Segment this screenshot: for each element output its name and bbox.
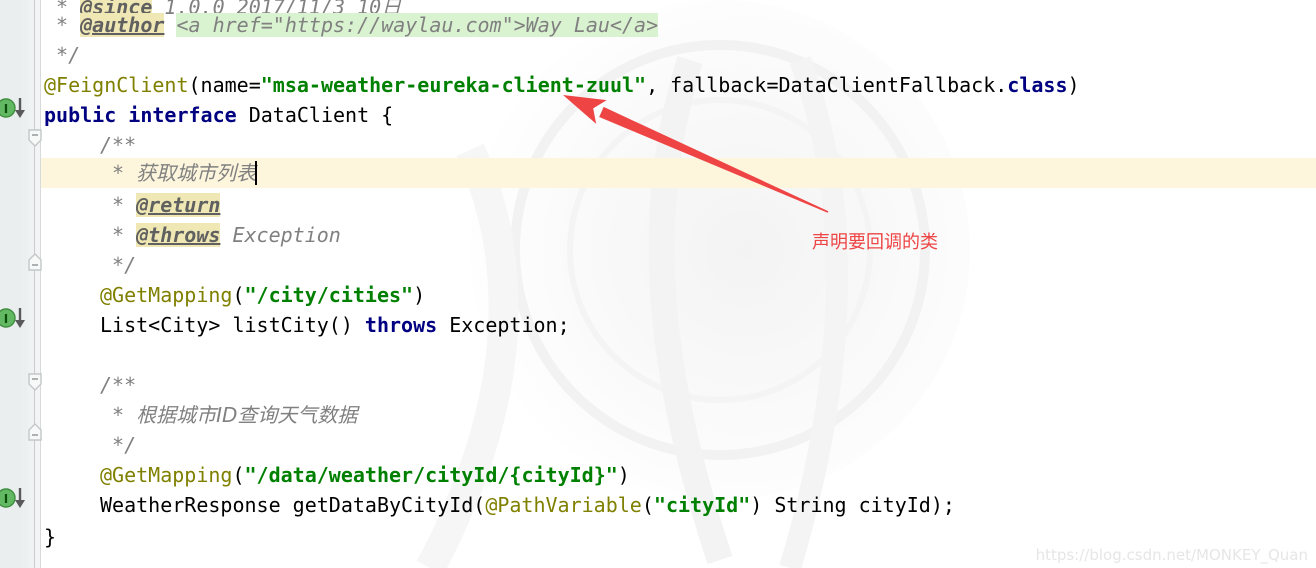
code-token-comment: * xyxy=(100,403,137,427)
code-token-comment-cjk: 获取城市列表 xyxy=(136,161,257,185)
code-line[interactable]: /** xyxy=(100,370,136,400)
code-line[interactable]: * @throws Exception xyxy=(100,220,341,250)
code-token-annotation: @GetMapping xyxy=(100,283,233,307)
code-token-plain: ) String cityId); xyxy=(750,493,955,517)
code-token-comment: Exception xyxy=(220,223,341,247)
implemented-method-marker[interactable]: I xyxy=(0,486,30,510)
code-token-keyword: throws xyxy=(364,313,438,337)
code-text-area[interactable]: * @since 1.0.0 2017/11/3 10日 * @author <… xyxy=(41,0,1316,568)
code-token-jdoc-html: <a href="https://waylau.com">Way Lau</a> xyxy=(176,13,659,37)
gutter-markers[interactable]: I I I xyxy=(0,0,44,568)
code-token-comment: * xyxy=(44,13,81,37)
code-token-keyword: public xyxy=(44,103,117,127)
text-caret xyxy=(255,161,258,185)
fold-region-collapse[interactable] xyxy=(26,128,44,148)
code-line[interactable]: WeatherResponse getDataByCityId(@PathVar… xyxy=(100,490,955,520)
code-line[interactable]: @GetMapping("/data/weather/cityId/{cityI… xyxy=(100,460,630,490)
code-token-plain: (name= xyxy=(188,73,261,97)
code-token-string: "/city/cities" xyxy=(244,283,414,307)
fold-minus-up-icon xyxy=(28,423,42,441)
code-token-jdoc-tag: @return xyxy=(136,193,221,217)
code-token-jdoc-tag: @throws xyxy=(136,223,221,247)
code-line[interactable]: */ xyxy=(100,430,136,460)
code-token-plain: ) xyxy=(413,283,426,307)
code-line[interactable]: * 根据城市ID查询天气数据 xyxy=(100,400,357,430)
code-token-comment: */ xyxy=(44,43,81,67)
code-token-plain: DataClient { xyxy=(236,103,394,127)
code-line[interactable]: */ xyxy=(44,40,80,70)
csdn-watermark: https://blog.csdn.net/MONKEY_Quan xyxy=(1035,546,1308,564)
code-line[interactable]: public interface DataClient { xyxy=(44,100,393,130)
code-line[interactable]: * @return xyxy=(100,190,221,220)
code-token-plain: ) xyxy=(1067,73,1080,97)
fold-minus-down-icon xyxy=(28,129,42,147)
code-line[interactable]: * 获取城市列表 xyxy=(100,158,258,188)
code-token-plain: Exception; xyxy=(437,313,570,337)
code-token-annotation: @FeignClient xyxy=(44,73,189,97)
code-line[interactable]: * @author <a href="https://waylau.com">W… xyxy=(44,10,659,40)
code-token-comment: * xyxy=(100,193,137,217)
code-token-comment: * xyxy=(100,161,137,185)
code-line[interactable]: @GetMapping("/city/cities") xyxy=(100,280,425,310)
code-token-plain: , fallback=DataClientFallback. xyxy=(646,73,1008,97)
svg-text:I: I xyxy=(4,492,8,506)
code-line[interactable]: /** xyxy=(100,130,136,160)
code-line[interactable]: */ xyxy=(100,250,136,280)
code-token-string: "msa-weather-eureka-client-zuul" xyxy=(260,73,647,97)
green-circle-down-arrow-icon: I xyxy=(0,488,25,508)
fold-region-collapse[interactable] xyxy=(26,372,44,392)
code-token-plain: WeatherResponse getDataByCityId( xyxy=(100,493,486,517)
code-token-annotation: @GetMapping xyxy=(100,463,233,487)
code-token-keyword: interface xyxy=(128,103,237,127)
code-token-plain: } xyxy=(44,525,57,549)
code-token-plain: ) xyxy=(617,463,630,487)
code-token-comment: /** xyxy=(100,373,137,397)
svg-text:I: I xyxy=(4,102,8,116)
svg-text:I: I xyxy=(4,312,8,326)
code-token-jdoc-tag: @author xyxy=(80,13,165,37)
code-token-comment: /** xyxy=(100,133,137,157)
code-line[interactable]: } xyxy=(44,522,56,552)
green-circle-down-arrow-icon: I xyxy=(0,98,25,118)
code-token-keyword: class xyxy=(1007,73,1068,97)
code-token-annotation: @PathVariable xyxy=(485,493,642,517)
code-token-comment: */ xyxy=(100,433,137,457)
implemented-method-marker[interactable]: I xyxy=(0,306,30,330)
code-line[interactable]: List<City> listCity() throws Exception; xyxy=(100,310,570,340)
code-token-comment-cjk: 根据城市ID查询天气数据 xyxy=(136,403,358,427)
code-token-plain: ( xyxy=(641,493,654,517)
code-token-plain: ( xyxy=(232,463,245,487)
code-token-string: "/data/weather/cityId/{cityId}" xyxy=(244,463,618,487)
fold-minus-down-icon xyxy=(28,373,42,391)
code-token-comment xyxy=(164,13,176,37)
code-token-string: "cityId" xyxy=(653,493,751,517)
code-line[interactable]: @FeignClient(name="msa-weather-eureka-cl… xyxy=(44,70,1080,100)
code-token-comment: * xyxy=(100,223,137,247)
fold-region-end[interactable] xyxy=(26,252,44,272)
implemented-method-marker[interactable]: I xyxy=(0,96,30,120)
code-token-plain: ( xyxy=(232,283,245,307)
fold-region-end[interactable] xyxy=(26,422,44,442)
fold-minus-up-icon xyxy=(28,253,42,271)
code-token-plain: List<City> listCity() xyxy=(100,313,365,337)
code-token-comment: */ xyxy=(100,253,137,277)
code-editor-screenshot: I I I * @since 1.0.0 2017/11/3 10日 * @auth… xyxy=(0,0,1316,568)
green-circle-down-arrow-icon: I xyxy=(0,308,25,328)
